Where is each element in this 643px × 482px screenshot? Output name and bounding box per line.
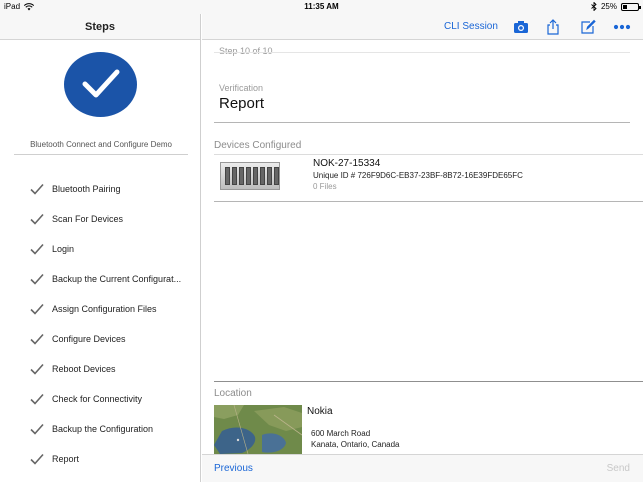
battery-level — [623, 4, 627, 9]
location-name: Nokia — [307, 406, 333, 417]
step-item[interactable]: Scan For Devices — [0, 204, 200, 234]
step-item[interactable]: Check for Connectivity — [0, 384, 200, 414]
edit-icon[interactable] — [580, 19, 596, 35]
check-icon — [30, 423, 44, 435]
check-icon — [30, 363, 44, 375]
step-item[interactable]: Backup the Configuration — [0, 414, 200, 444]
sidebar-title: Steps — [0, 14, 200, 40]
check-icon — [30, 273, 44, 285]
step-item[interactable]: Assign Configuration Files — [0, 294, 200, 324]
cli-session-button[interactable]: CLI Session — [444, 21, 498, 32]
device-unique-id: Unique ID # 726F9D6C-EB37-23BF-8B72-16E3… — [313, 171, 523, 180]
location-label: Location — [214, 388, 252, 399]
step-label: Configure Devices — [52, 334, 126, 344]
location-address-line2: Kanata, Ontario, Canada — [311, 440, 400, 449]
steps-sidebar: Steps Bluetooth Connect and Configure De… — [0, 14, 201, 482]
status-bar: iPad 11:35 AM 25% — [0, 0, 643, 14]
previous-button[interactable]: Previous — [214, 463, 253, 474]
section-title: Report — [219, 95, 265, 112]
check-icon — [30, 303, 44, 315]
location-map[interactable] — [214, 405, 302, 454]
step-label: Scan For Devices — [52, 214, 124, 224]
step-label: Reboot Devices — [52, 364, 116, 374]
more-icon[interactable] — [613, 19, 631, 35]
steps-list: Bluetooth Pairing Scan For Devices Login… — [0, 174, 200, 474]
divider — [214, 201, 643, 202]
device-files-count: 0 Files — [313, 182, 337, 191]
step-label: Check for Connectivity — [52, 394, 143, 404]
device-name: NOK-27-15334 — [313, 158, 381, 169]
main-panel: CLI Session Step 10 of 10 Verification R… — [202, 14, 643, 482]
device-chassis-image — [220, 162, 280, 190]
check-icon — [30, 213, 44, 225]
footer-toolbar: Previous Send — [202, 454, 643, 482]
send-button[interactable]: Send — [607, 463, 630, 474]
step-item[interactable]: Backup the Current Configurat... — [0, 264, 200, 294]
battery-percent: 25% — [600, 2, 617, 11]
device-row[interactable]: NOK-27-15334 Unique ID # 726F9D6C-EB37-2… — [214, 156, 643, 202]
check-icon — [30, 333, 44, 345]
step-label: Backup the Configuration — [52, 424, 154, 434]
step-counter: Step 10 of 10 — [219, 46, 273, 56]
step-label: Login — [52, 244, 75, 254]
check-icon — [30, 243, 44, 255]
checkmark-logo-icon — [64, 52, 137, 117]
divider — [214, 154, 643, 155]
location-address-line1: 600 March Road — [311, 429, 371, 438]
camera-icon[interactable] — [513, 19, 529, 35]
step-item[interactable]: Bluetooth Pairing — [0, 174, 200, 204]
divider — [214, 52, 630, 53]
status-time: 11:35 AM — [304, 2, 339, 11]
check-icon — [30, 393, 44, 405]
step-item[interactable]: Reboot Devices — [0, 354, 200, 384]
step-item[interactable]: Report — [0, 444, 200, 474]
step-item[interactable]: Configure Devices — [0, 324, 200, 354]
divider — [214, 122, 630, 123]
step-label: Report — [52, 454, 80, 464]
check-icon — [30, 453, 44, 465]
top-toolbar: CLI Session — [202, 14, 643, 40]
status-right: 25% — [591, 2, 641, 11]
divider — [14, 154, 188, 155]
step-label: Backup the Current Configurat... — [52, 274, 182, 284]
step-label: Bluetooth Pairing — [52, 184, 121, 194]
check-icon — [30, 183, 44, 195]
battery-icon — [621, 2, 641, 11]
section-label: Verification — [219, 83, 264, 93]
divider — [214, 381, 643, 382]
demo-name: Bluetooth Connect and Configure Demo — [30, 140, 172, 149]
step-item[interactable]: Login — [0, 234, 200, 264]
share-icon[interactable] — [545, 19, 561, 35]
bluetooth-icon — [591, 2, 597, 11]
step-label: Assign Configuration Files — [52, 304, 157, 314]
devices-configured-label: Devices Configured — [214, 140, 302, 151]
